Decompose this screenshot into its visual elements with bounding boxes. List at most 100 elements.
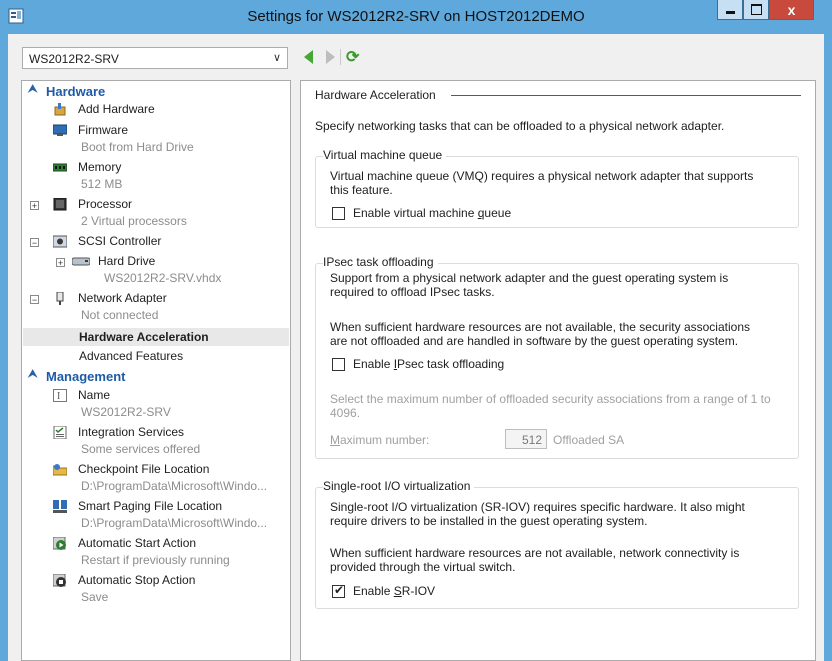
sriov-checkbox[interactable] <box>332 583 345 598</box>
tree-item-detail: 2 Virtual processors <box>81 214 187 228</box>
refresh-icon[interactable]: ⟳ <box>346 47 359 67</box>
label-accelerator: S <box>393 584 402 598</box>
expand-icon[interactable]: + <box>56 258 65 268</box>
title-bar[interactable]: Settings for WS2012R2-SRV on HOST2012DEM… <box>0 0 832 34</box>
tree-item-label: Checkpoint File Location <box>78 462 210 476</box>
tree-item-detail: Not connected <box>81 308 159 322</box>
tree-item-firmware[interactable]: Firmware Boot from Hard Drive <box>22 123 290 157</box>
close-button[interactable]: x <box>769 0 814 20</box>
sriov-description1-line1: Single-root I/O virtualization (SR-IOV) … <box>330 500 745 514</box>
label-accelerator: M <box>330 433 340 447</box>
svg-text:I: I <box>57 391 60 402</box>
settings-tree[interactable]: ⮝ Hardware Add Hardware Firmware Boot fr… <box>21 80 291 661</box>
collapse-icon[interactable]: − <box>30 238 39 248</box>
panel-header: Hardware Acceleration <box>315 88 436 102</box>
tree-item-processor[interactable]: + Processor 2 Virtual processors <box>22 197 290 231</box>
sriov-group-title: Single-root I/O virtualization <box>323 479 475 493</box>
label-part: Enable virtual machine <box>353 206 478 220</box>
ipsec-group-title: IPsec task offloading <box>323 255 438 269</box>
tree-item-detail: Some services offered <box>81 442 201 456</box>
tree-item-label: Advanced Features <box>79 349 184 363</box>
tree-item-label: Hardware Acceleration <box>79 330 209 344</box>
vmq-description-line2: this feature. <box>330 183 393 197</box>
settings-window: Settings for WS2012R2-SRV on HOST2012DEM… <box>0 0 832 661</box>
tree-item-detail: Boot from Hard Drive <box>81 140 194 154</box>
vmq-description-line1: Virtual machine queue (VMQ) requires a p… <box>330 169 754 183</box>
ipsec-description2-line2: are not offloaded and are handled in sof… <box>330 334 739 348</box>
sriov-checkbox-label[interactable]: Enable SR-IOV <box>353 584 435 598</box>
close-icon: x <box>787 1 796 18</box>
sriov-description2-line1: When sufficient hardware resources are n… <box>330 546 740 560</box>
tree-item-memory[interactable]: Memory 512 MB <box>22 160 290 194</box>
tree-item-detail: WS2012R2-SRV <box>81 405 171 419</box>
vmq-checkbox-label[interactable]: Enable virtual machine queue <box>353 206 511 220</box>
label-part: R-IOV <box>401 584 436 598</box>
max-number-unit: Offloaded SA <box>553 433 625 447</box>
maximize-icon <box>750 4 762 15</box>
tree-item-label: Firmware <box>78 123 128 137</box>
tree-item-hard-drive[interactable]: + Hard Drive WS2012R2-SRV.vhdx <box>22 254 290 288</box>
header-divider <box>451 95 801 96</box>
tree-item-label: SCSI Controller <box>78 234 162 248</box>
tree-item-label: Processor <box>78 197 133 211</box>
ipsec-checkbox[interactable] <box>332 358 345 371</box>
chevron-down-icon: ∨ <box>272 52 281 64</box>
window-title: Settings for WS2012R2-SRV on HOST2012DEM… <box>247 8 585 25</box>
tree-item-detail: WS2012R2-SRV.vhdx <box>104 271 222 285</box>
tree-section-management[interactable]: ⮝ Management <box>22 368 290 385</box>
tree-item-name[interactable]: I Name WS2012R2-SRV <box>22 388 290 422</box>
integration-services-icon <box>53 426 67 439</box>
tree-item-detail: D:\ProgramData\Microsoft\Windo... <box>81 516 268 530</box>
processor-icon <box>53 198 67 211</box>
sriov-description1-line2: require drivers to be installed in the g… <box>330 514 648 528</box>
ipsec-description1-line2: required to offload IPsec tasks. <box>330 285 495 299</box>
maximize-button[interactable] <box>743 0 769 20</box>
forward-arrow-icon[interactable] <box>326 50 335 64</box>
label-part: Enable <box>353 357 394 371</box>
tree-item-label: Name <box>78 388 111 402</box>
ipsec-description2-line1: When sufficient hardware resources are n… <box>330 320 750 334</box>
vm-selector-dropdown[interactable]: WS2012R2-SRV ∨ <box>22 47 288 69</box>
tree-item-label: Automatic Start Action <box>78 536 197 550</box>
section-label: Hardware <box>46 84 106 99</box>
tree-item-label: Network Adapter <box>78 291 167 305</box>
smart-paging-icon <box>53 500 67 513</box>
collapse-chevron-icon[interactable]: ⮝ <box>28 83 37 96</box>
toolbar-divider <box>340 49 341 65</box>
scsi-controller-icon <box>53 235 67 248</box>
label-part: aximum number: <box>340 433 430 447</box>
ipsec-checkbox-label[interactable]: Enable IPsec task offloading <box>353 357 504 371</box>
automatic-start-icon <box>53 537 66 550</box>
tree-item-automatic-stop-action[interactable]: Automatic Stop Action Save <box>22 573 290 607</box>
collapse-icon[interactable]: − <box>30 295 39 305</box>
collapse-chevron-icon[interactable]: ⮝ <box>28 368 37 381</box>
memory-icon <box>53 163 67 172</box>
ipsec-max-description-line2: 4096. <box>330 406 361 420</box>
minimize-icon <box>725 11 735 14</box>
tree-item-network-adapter[interactable]: − Network Adapter Not connected <box>22 291 290 325</box>
vmq-group-title: Virtual machine queue <box>323 148 447 162</box>
tree-item-integration-services[interactable]: Integration Services Some services offer… <box>22 425 290 459</box>
vmq-checkbox[interactable] <box>332 207 345 220</box>
back-arrow-icon[interactable] <box>304 50 313 64</box>
expand-icon[interactable]: + <box>30 201 39 211</box>
tree-item-label: Integration Services <box>78 425 185 439</box>
tree-item-smart-paging-file-location[interactable]: Smart Paging File Location D:\ProgramDat… <box>22 499 290 533</box>
automatic-stop-icon <box>53 574 66 587</box>
checkpoint-folder-icon <box>53 464 67 476</box>
name-icon: I <box>53 389 67 402</box>
max-number-input[interactable]: 512 <box>505 429 547 449</box>
label-part: ueue <box>484 206 512 220</box>
tree-item-checkpoint-file-location[interactable]: Checkpoint File Location D:\ProgramData\… <box>22 462 290 496</box>
panel-intro: Specify networking tasks that can be off… <box>315 119 725 133</box>
tree-item-detail: Save <box>81 590 109 604</box>
ipsec-description1-line1: Support from a physical network adapter … <box>330 271 729 285</box>
minimize-button[interactable] <box>717 0 743 20</box>
tree-section-hardware[interactable]: ⮝ Hardware <box>22 83 290 100</box>
tree-item-automatic-start-action[interactable]: Automatic Start Action Restart if previo… <box>22 536 290 570</box>
ipsec-max-description-line1: Select the maximum number of offloaded s… <box>330 392 771 406</box>
tree-item-label: Smart Paging File Location <box>78 499 223 513</box>
tree-item-detail: 512 MB <box>81 177 123 191</box>
vm-selector-value: WS2012R2-SRV <box>29 52 119 66</box>
details-pane: Hardware Acceleration Specify networking… <box>300 80 816 661</box>
